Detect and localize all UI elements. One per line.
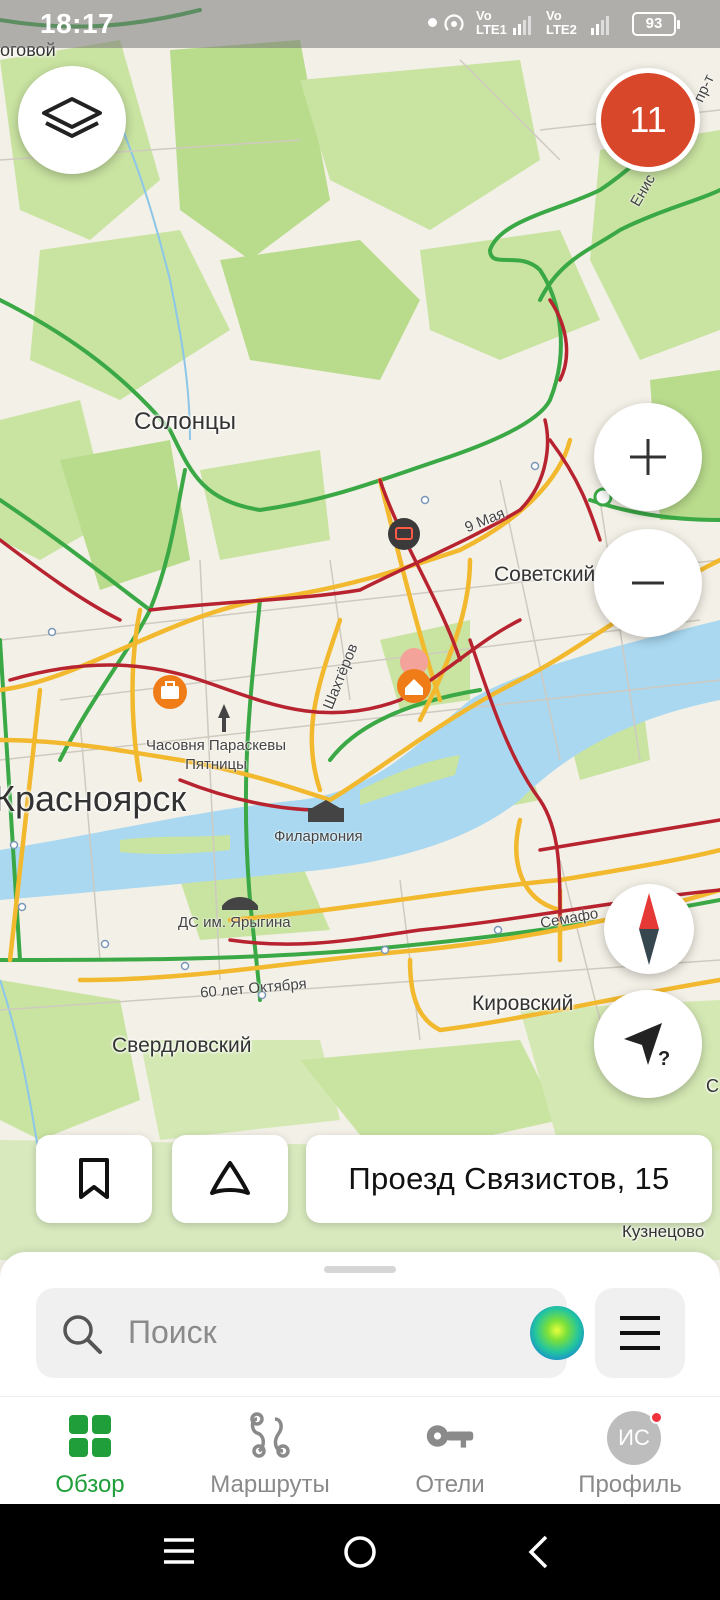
my-location-button[interactable]: ?	[594, 990, 702, 1098]
search-input[interactable]: Поиск	[128, 1314, 217, 1351]
poi-label-chapel: Часовня Параскевы Пятницы	[146, 737, 287, 773]
poi-label-philharmonic: Филармония	[274, 828, 363, 845]
notification-badge	[650, 1411, 663, 1424]
recent-apps-icon[interactable]	[162, 1536, 196, 1566]
search-icon	[63, 1315, 102, 1354]
tab-bar: Обзор Маршруты Отели ИС Профиль	[0, 1396, 720, 1504]
grid-icon	[69, 1415, 111, 1457]
zoom-out-button[interactable]	[594, 529, 702, 637]
tab-label: Маршруты	[210, 1471, 330, 1498]
tab-overview[interactable]: Обзор	[0, 1397, 180, 1505]
home-icon[interactable]	[342, 1534, 378, 1570]
place-label-kirovsky: Кировский	[472, 992, 574, 1015]
compass-icon	[639, 893, 659, 965]
layers-icon	[42, 97, 102, 138]
tab-profile[interactable]: ИС Профиль	[540, 1397, 720, 1505]
key-icon	[426, 1425, 474, 1448]
place-label-right-fragment: С	[706, 1076, 719, 1096]
compass-button[interactable]	[604, 884, 694, 974]
voice-assistant-icon[interactable]	[530, 1306, 584, 1360]
back-icon[interactable]	[526, 1534, 550, 1570]
plus-icon	[630, 439, 666, 475]
poi-briefcase-pin	[153, 675, 187, 709]
routes-icon	[250, 1412, 290, 1458]
poi-label-ds: ДС им. Ярыгина	[178, 914, 291, 931]
place-label-solontsy: Солонцы	[134, 408, 237, 435]
route-triangle-icon	[210, 1161, 250, 1195]
battery-indicator: 93	[632, 12, 680, 36]
place-label-krasnoyarsk: Красноярск	[0, 778, 187, 819]
status-bar: 18:17 Vo LTE1 Vo LTE2 93	[0, 0, 720, 48]
location-arrow-question-icon: ?	[624, 1023, 670, 1069]
tab-hotels[interactable]: Отели	[360, 1397, 540, 1505]
traffic-score-button[interactable]: 11	[596, 68, 700, 172]
poi-home-pin	[397, 648, 431, 703]
sheet-handle[interactable]	[324, 1266, 396, 1273]
current-address-button[interactable]: Проезд Связистов, 15	[306, 1135, 712, 1223]
svg-text:?: ?	[658, 1048, 670, 1069]
sim1-label: Vo LTE1	[476, 8, 507, 37]
bookmark-icon	[79, 1158, 109, 1199]
sim2-label: Vo LTE2	[546, 8, 577, 37]
tab-label: Отели	[415, 1471, 485, 1498]
address-label: Проезд Связистов, 15	[348, 1161, 670, 1196]
menu-button[interactable]	[595, 1288, 685, 1378]
signal-icon	[591, 16, 609, 35]
zoom-in-button[interactable]	[594, 403, 702, 511]
layers-button[interactable]	[18, 66, 126, 174]
screen: оговой Солонцы Советский Красноярск Свер…	[0, 0, 720, 1600]
poi-dark-pin	[388, 518, 420, 550]
route-button[interactable]	[172, 1135, 288, 1223]
bottom-sheet: Поиск	[0, 1252, 720, 1396]
hamburger-icon	[620, 1316, 660, 1350]
place-label-kuznetsovo: Кузнецово	[622, 1222, 705, 1241]
tab-label: Профиль	[578, 1471, 682, 1498]
tab-label: Обзор	[55, 1471, 125, 1498]
notification-dot-icon	[428, 18, 437, 27]
bookmarks-button[interactable]	[36, 1135, 152, 1223]
system-nav-bar	[0, 1504, 720, 1600]
place-label-sverdlovsky: Свердловский	[112, 1034, 252, 1057]
signal-icon	[513, 16, 531, 35]
hotspot-icon	[444, 14, 464, 31]
tab-routes[interactable]: Маршруты	[180, 1397, 360, 1505]
search-bar[interactable]: Поиск	[36, 1288, 584, 1378]
status-time: 18:17	[40, 8, 115, 39]
minus-icon	[632, 581, 664, 585]
place-label-sovetsky: Советский	[494, 563, 596, 586]
